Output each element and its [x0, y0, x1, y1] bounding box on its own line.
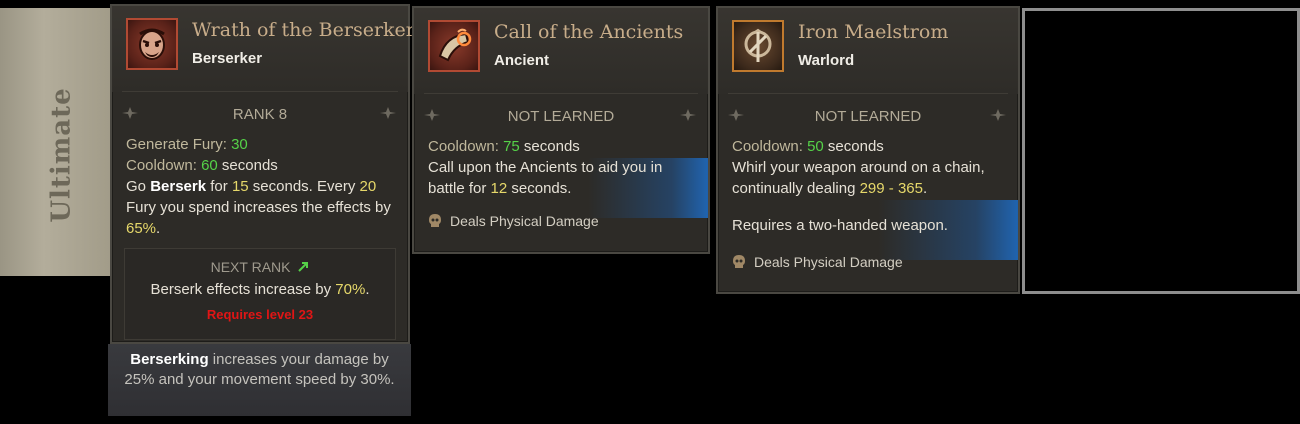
chain-weapon-icon [732, 20, 784, 72]
skill-card-call-of-the-ancients: Call of the Ancients Ancient NOT LEARNED… [412, 6, 710, 254]
skill-description: Cooldown: 75 seconds Call upon the Ancie… [414, 132, 708, 199]
berserker-face-icon [126, 18, 178, 70]
skill-title: Iron Maelstrom [798, 21, 949, 43]
rank-row: RANK 8 [112, 100, 408, 130]
skull-icon [429, 214, 441, 227]
fury-stat: Generate Fury: 30 [126, 136, 248, 153]
rank-row: NOT LEARNED [718, 102, 1018, 132]
rank-row: NOT LEARNED [414, 102, 708, 132]
skill-description: Generate Fury: 30 Cooldown: 60 seconds G… [112, 130, 408, 239]
keyword-tooltip-text: Berserking increases your damage by 25% … [124, 351, 395, 388]
sparkle-right-icon [680, 109, 696, 121]
header-divider [122, 91, 398, 92]
keyword-tooltip: Berserking increases your damage by 25% … [108, 344, 411, 416]
rank-label: NOT LEARNED [814, 108, 922, 125]
skill-subtitle: Ancient [494, 52, 550, 69]
header-divider [424, 93, 698, 94]
cooldown-stat: Cooldown: 50 seconds [732, 138, 884, 155]
skill-subtitle: Warlord [798, 52, 855, 69]
ultimate-tab-label: Ultimate [47, 87, 78, 223]
horn-icon [428, 20, 480, 72]
rank-label: RANK 8 [232, 106, 288, 123]
next-rank-effect: Berserk effects increase by 70%. [150, 281, 370, 298]
skill-card-wrath-of-the-berserker: Wrath of the Berserker Berserker RANK 8 … [110, 4, 415, 344]
sparkle-right-icon [380, 107, 396, 119]
ultimate-tab[interactable]: Ultimate [0, 8, 110, 276]
skill-subtitle: Berserker [192, 50, 263, 67]
skill-card-iron-maelstrom: Iron Maelstrom Warlord NOT LEARNED Coold… [716, 6, 1020, 294]
weapon-requirement: Requires a two-handed weapon. [732, 217, 948, 234]
next-rank-panel: NEXT RANK Berserk effects increase by 70… [124, 248, 396, 340]
next-rank-heading: NEXT RANK [125, 259, 395, 275]
rank-label: NOT LEARNED [507, 108, 615, 125]
skill-effect-text: Call upon the Ancients to aid you in bat… [428, 159, 663, 197]
card-header: Wrath of the Berserker Berserker [112, 6, 415, 92]
damage-type-label: Deals Physical Damage [754, 254, 903, 270]
skill-effect-text: Whirl your weapon around on a chain, con… [732, 159, 985, 197]
upgrade-arrow-icon [298, 262, 309, 272]
damage-type-label: Deals Physical Damage [450, 213, 599, 229]
card-header: Iron Maelstrom Warlord [718, 8, 1018, 94]
cooldown-stat: Cooldown: 75 seconds [428, 138, 580, 155]
skull-icon [733, 255, 745, 268]
sparkle-right-icon [990, 109, 1006, 121]
cooldown-stat: Cooldown: 60 seconds [126, 157, 278, 174]
skill-description: Cooldown: 50 seconds Whirl your weapon a… [718, 132, 1018, 236]
level-requirement: Requires level 23 [206, 307, 314, 322]
header-divider [728, 93, 1008, 94]
damage-type: Deals Physical Damage [428, 213, 599, 229]
card-header: Call of the Ancients Ancient [414, 8, 708, 94]
damage-type: Deals Physical Damage [732, 254, 903, 270]
skill-title: Wrath of the Berserker [192, 19, 415, 41]
empty-skill-slot[interactable] [1022, 8, 1300, 294]
skill-title: Call of the Ancients [494, 21, 684, 43]
skill-effect-text: Go Berserk for 15 seconds. Every 20 Fury… [126, 178, 391, 237]
